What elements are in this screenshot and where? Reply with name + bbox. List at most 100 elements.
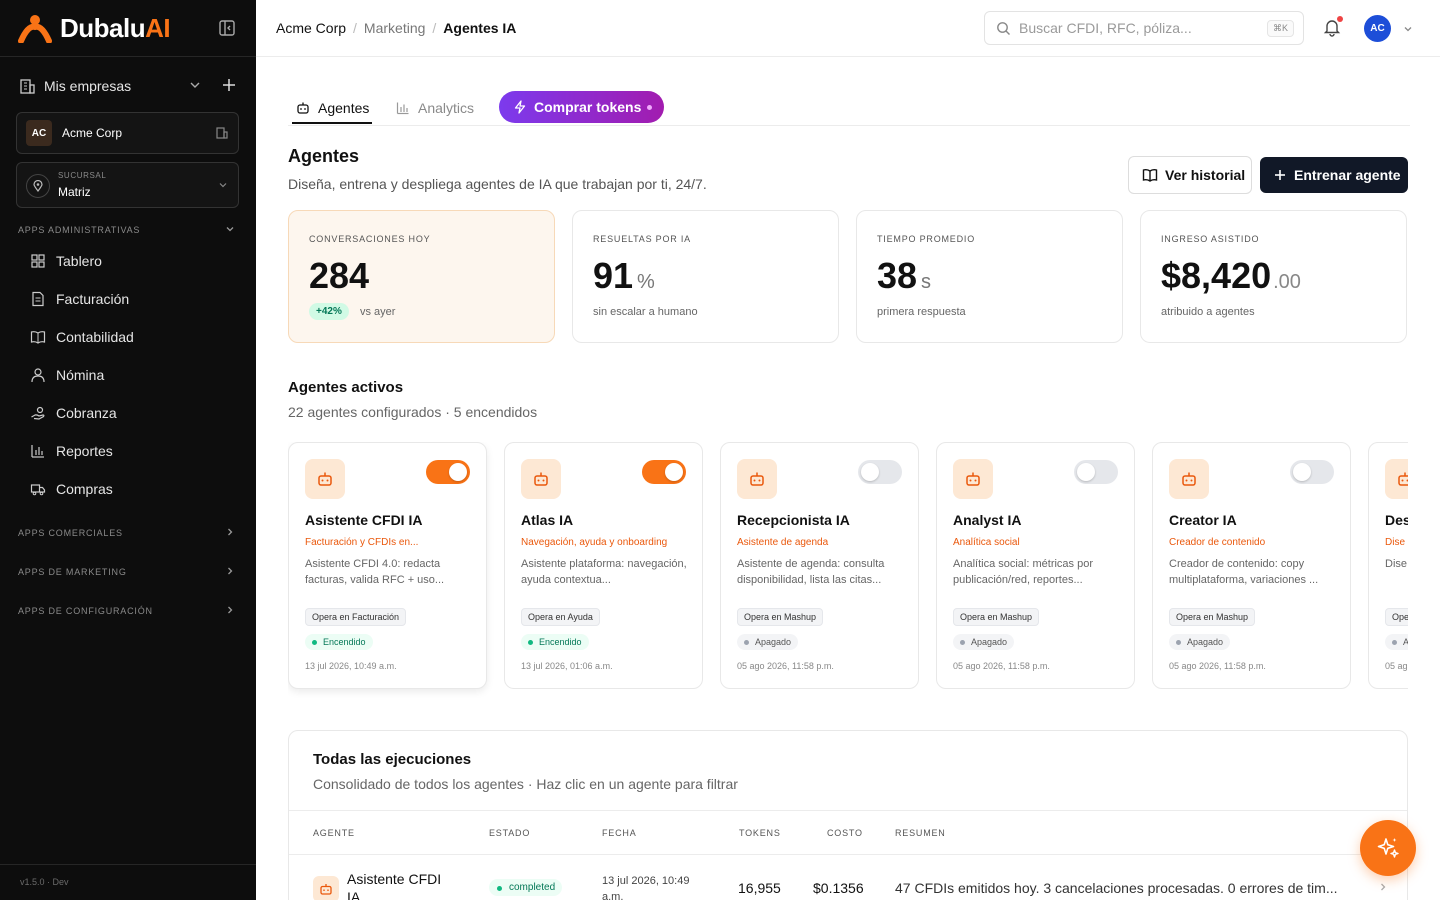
agent-date: 05 ago 2026, 11:58 p.m. — [737, 661, 834, 671]
plus-icon — [1275, 170, 1285, 180]
agent-category: Dise — [1385, 537, 1406, 548]
sidebar-item-tablero[interactable]: Tablero — [30, 251, 230, 271]
agent-toggle[interactable] — [1290, 460, 1334, 484]
agent-status-badge: Encendido — [521, 634, 589, 650]
company-selector[interactable]: AC Acme Corp — [16, 112, 239, 154]
agent-card[interactable]: Asistente CFDI IA Facturación y CFDIs en… — [288, 442, 487, 689]
row-date: 13 jul 2026, 10:49 a.m. — [602, 875, 690, 900]
column-header-resumen[interactable]: RESUMEN — [895, 828, 946, 838]
chevron-down-icon[interactable] — [1402, 23, 1414, 35]
view-history-button[interactable]: Ver historial — [1128, 156, 1252, 194]
my-companies-header[interactable]: Mis empresas — [18, 76, 240, 96]
branch-value: Matriz — [58, 185, 91, 199]
stat-card-ingreso: INGRESO ASISTIDO $8,420.00 atribuido a a… — [1140, 210, 1407, 343]
agent-card[interactable]: Des Dise Dise asse Ope A 05 ag — [1368, 442, 1408, 689]
sparkles-icon — [1377, 838, 1399, 858]
breadcrumb-company[interactable]: Acme Corp — [276, 20, 346, 36]
breadcrumb: Acme Corp / Marketing / Agentes IA — [276, 20, 516, 36]
column-header-agente[interactable]: AGENTE — [313, 828, 355, 838]
building-icon — [216, 127, 228, 139]
agent-card[interactable]: Analyst IA Analítica social Analítica so… — [936, 442, 1135, 689]
agent-card[interactable]: Creator IA Creador de contenido Creador … — [1152, 442, 1351, 689]
buy-tokens-dot — [647, 104, 653, 110]
agent-toggle[interactable] — [426, 460, 470, 484]
active-agents-subtitle: 22 agentes configurados · 5 encendidos — [288, 404, 538, 420]
search-input[interactable]: Buscar CFDI, RFC, póliza... ⌘K — [984, 11, 1304, 45]
user-avatar[interactable]: AC — [1364, 15, 1391, 42]
agent-category: Creador de contenido — [1169, 537, 1266, 548]
agent-date: 13 jul 2026, 10:49 a.m. — [305, 661, 397, 671]
robot-icon — [1169, 459, 1209, 499]
agent-toggle[interactable] — [642, 460, 686, 484]
stat-card-conversaciones: CONVERSACIONES HOY 284 +42% vs ayer — [288, 210, 555, 343]
column-header-estado[interactable]: ESTADO — [489, 828, 530, 838]
chevron-right-icon — [228, 567, 233, 575]
agent-name: Asistente CFDI IA — [305, 512, 423, 528]
section-apps-configuracion[interactable]: APPS DE CONFIGURACIÓN — [18, 606, 240, 616]
truck-icon — [30, 484, 46, 496]
company-avatar: AC — [26, 120, 52, 146]
breadcrumb-section[interactable]: Marketing — [364, 20, 425, 36]
sidebar-item-nomina[interactable]: Nómina — [30, 365, 230, 385]
brand-suffix: AI — [145, 12, 171, 43]
agent-operates-badge: Opera en Mashup — [737, 608, 824, 626]
agent-toggle[interactable] — [858, 460, 902, 484]
brand-logo[interactable]: DubaluAI — [18, 12, 171, 44]
dashboard-icon — [31, 254, 45, 268]
hand-coin-icon — [31, 406, 45, 420]
sidebar-collapse-icon[interactable] — [218, 19, 236, 37]
sidebar-item-cobranza[interactable]: Cobranza — [30, 403, 230, 423]
agent-toggle[interactable] — [1074, 460, 1118, 484]
agent-card[interactable]: Recepcionista IA Asistente de agenda Asi… — [720, 442, 919, 689]
breadcrumb-separator: / — [432, 20, 437, 36]
sidebar-item-reportes[interactable]: Reportes — [30, 441, 230, 461]
page-title: Agentes — [288, 146, 360, 166]
sidebar-item-compras[interactable]: Compras — [30, 479, 230, 499]
column-header-fecha[interactable]: FECHA — [602, 828, 637, 838]
chevron-right-icon — [228, 606, 233, 614]
section-apps-marketing[interactable]: APPS DE MARKETING — [18, 567, 240, 577]
user-icon — [31, 368, 45, 383]
buy-tokens-button[interactable]: Comprar tokens — [499, 91, 664, 123]
column-header-costo[interactable]: COSTO — [827, 828, 863, 838]
add-company-icon[interactable] — [220, 76, 238, 94]
robot-icon — [305, 459, 345, 499]
stat-card-tiempo: TIEMPO PROMEDIO 38 s primera respuesta — [856, 210, 1123, 343]
row-summary: 47 CFDIs emitidos hoy. 3 cancelaciones p… — [895, 880, 1338, 896]
stat-value: 91% — [593, 255, 655, 296]
sidebar-item-facturacion[interactable]: Facturación — [30, 289, 230, 309]
agent-description: Asistente CFDI 4.0: redacta facturas, va… — [305, 558, 445, 586]
chevron-right-icon[interactable] — [1377, 881, 1389, 893]
train-agent-button[interactable]: Entrenar agente — [1260, 157, 1408, 193]
bar-chart-icon — [31, 445, 44, 458]
branch-selector[interactable]: SUCURSAL Matriz — [16, 162, 239, 208]
agent-description: Asistente plataforma: navegación, ayuda … — [521, 558, 687, 586]
chevron-down-icon[interactable] — [188, 78, 202, 92]
breadcrumb-separator: / — [353, 20, 357, 36]
executions-title: Todas las ejecuciones — [313, 751, 472, 768]
tab-agentes[interactable]: Agentes — [296, 98, 369, 118]
agent-description: Dise asse — [1385, 558, 1408, 570]
row-tokens: 16,955 — [738, 880, 781, 896]
agent-category: Analítica social — [953, 537, 1020, 548]
agent-name: Recepcionista IA — [737, 512, 850, 528]
column-header-tokens[interactable]: TOKENS — [739, 828, 781, 838]
agent-description: Creador de contenido: copy multiplatafor… — [1169, 558, 1319, 586]
ai-assistant-fab[interactable] — [1360, 820, 1416, 876]
invoice-icon — [32, 291, 44, 307]
section-apps-comerciales[interactable]: APPS COMERCIALES — [18, 528, 240, 538]
agent-operates-badge: Ope — [1385, 608, 1408, 626]
agent-name: Atlas IA — [521, 512, 574, 528]
my-companies-label: Mis empresas — [44, 78, 132, 94]
row-agent-name: Asistente CFDI IA — [347, 871, 442, 900]
agent-cards-row: Asistente CFDI IA Facturación y CFDIs en… — [288, 442, 1408, 698]
bar-chart-icon — [396, 102, 409, 115]
brand-name: Dubalu — [60, 12, 146, 43]
sidebar-item-contabilidad[interactable]: Contabilidad — [30, 327, 230, 347]
section-apps-administrativas[interactable]: APPS ADMINISTRATIVAS — [18, 225, 240, 235]
top-bar: Acme Corp / Marketing / Agentes IA Busca… — [256, 0, 1440, 57]
tab-analytics[interactable]: Analytics — [396, 98, 474, 118]
agent-status-badge: Encendido — [305, 634, 373, 650]
executions-subtitle: Consolidado de todos los agentes · Haz c… — [313, 776, 738, 792]
agent-card[interactable]: Atlas IA Navegación, ayuda y onboarding … — [504, 442, 703, 689]
